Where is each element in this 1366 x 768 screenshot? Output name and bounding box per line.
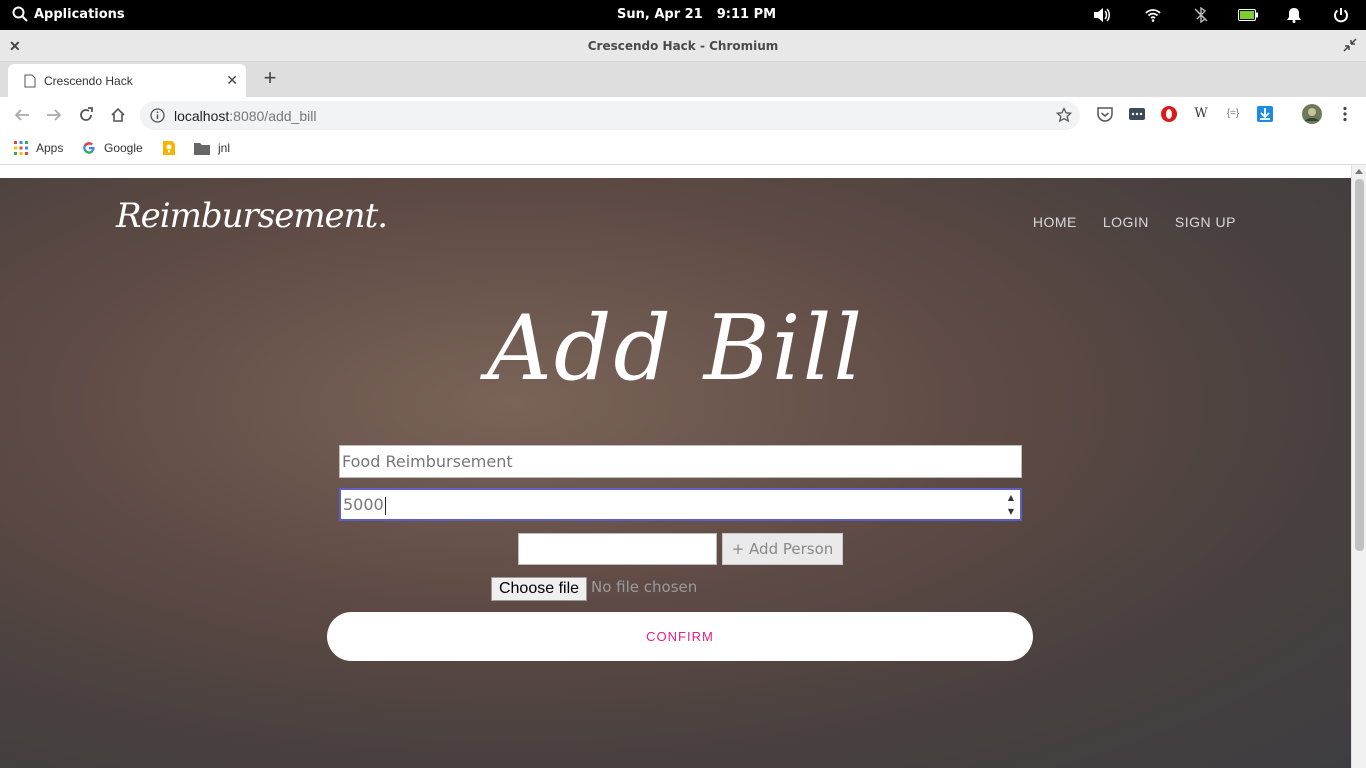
forward-button[interactable]	[44, 105, 64, 125]
keep-icon	[163, 141, 175, 155]
bookmark-label: Google	[104, 141, 143, 155]
page-title: Add Bill	[486, 296, 865, 401]
back-arrow-icon	[14, 109, 29, 121]
scroll-up-icon[interactable]	[1355, 169, 1363, 174]
bookmarks-bar: Apps Google jnl	[0, 133, 1366, 165]
bill-name-input[interactable]: Food Reimbursement	[339, 445, 1022, 478]
reload-icon	[80, 107, 93, 121]
browser-menu-icon[interactable]	[1336, 105, 1354, 123]
power-icon[interactable]	[1333, 7, 1349, 23]
folder-icon	[194, 142, 210, 155]
battery-icon[interactable]	[1238, 9, 1258, 21]
bookmark-star-icon[interactable]	[1056, 107, 1072, 123]
choose-file-button[interactable]: Choose file	[491, 577, 587, 601]
bill-name-value: Food Reimbursement	[342, 452, 513, 471]
reload-button[interactable]	[76, 105, 96, 125]
nav-signup-link[interactable]: SIGN UP	[1175, 214, 1236, 230]
page-viewport: Reimbursement. HOME LOGIN SIGN UP Add Bi…	[0, 178, 1351, 768]
bookmark-keep[interactable]	[162, 139, 176, 157]
window-title: Crescendo Hack - Chromium	[587, 39, 779, 53]
site-brand-logo[interactable]: Reimbursement.	[116, 196, 388, 236]
scrollbar-thumb[interactable]	[1355, 179, 1364, 551]
tab-strip: Crescendo Hack ✕	[0, 62, 1366, 97]
new-tab-button[interactable]: +	[258, 66, 282, 90]
apps-grid-icon	[14, 141, 28, 155]
person-input[interactable]	[518, 533, 717, 565]
back-button[interactable]	[12, 105, 32, 125]
window-title-bar: ✕ Crescendo Hack - Chromium	[0, 30, 1366, 62]
clock[interactable]: Sun, Apr 21 9:11 PM	[617, 7, 776, 22]
google-icon	[83, 142, 95, 154]
stepper-up-icon[interactable]: ▲	[1008, 493, 1014, 503]
browser-toolbar: localhost:8080/add_bill W {=}	[0, 97, 1366, 133]
bookmark-label: Apps	[36, 141, 64, 155]
site-info-icon[interactable]	[150, 108, 165, 123]
password-extension-icon[interactable]	[1128, 105, 1146, 123]
profile-avatar-icon[interactable]	[1301, 103, 1323, 125]
confirm-button[interactable]: CONFIRM	[327, 612, 1033, 661]
site-nav: HOME LOGIN SIGN UP	[1033, 214, 1236, 230]
content-top-gap	[0, 165, 1366, 178]
applications-label: Applications	[34, 6, 125, 22]
url-text: localhost:8080/add_bill	[174, 108, 316, 124]
add-person-button[interactable]: + Add Person	[722, 533, 843, 565]
search-icon	[12, 6, 28, 22]
date-label: Sun, Apr 21	[617, 7, 703, 22]
bookmark-apps[interactable]: Apps	[14, 139, 63, 157]
page-scrollbar[interactable]	[1351, 165, 1366, 768]
pocket-icon[interactable]	[1096, 105, 1114, 123]
text-caret	[384, 496, 386, 515]
stepper-down-icon[interactable]: ▼	[1008, 507, 1014, 517]
tab-title: Crescendo Hack	[44, 74, 133, 88]
page-icon	[24, 74, 36, 88]
volume-icon[interactable]	[1093, 7, 1111, 23]
nav-home-link[interactable]: HOME	[1033, 214, 1077, 230]
time-label: 9:11 PM	[716, 7, 777, 22]
amount-input[interactable]: 5000 ▲ ▼	[339, 488, 1022, 521]
bluetooth-off-icon[interactable]	[1193, 7, 1209, 23]
tab-close-icon[interactable]: ✕	[226, 72, 238, 89]
wikipedia-extension-icon[interactable]: W	[1192, 105, 1210, 123]
amount-stepper[interactable]: ▲ ▼	[1004, 493, 1018, 517]
bookmark-folder-jnl[interactable]: jnl	[194, 139, 230, 157]
file-status-label: No file chosen	[591, 578, 698, 596]
url-host: localhost	[174, 108, 230, 124]
tab-crescendo-hack[interactable]: Crescendo Hack ✕	[8, 64, 246, 97]
notifications-icon[interactable]	[1286, 7, 1302, 23]
nav-login-link[interactable]: LOGIN	[1103, 214, 1149, 230]
home-icon	[111, 107, 125, 122]
amount-value: 5000	[343, 495, 384, 514]
wifi-icon[interactable]	[1145, 7, 1161, 23]
system-top-bar: Applications Sun, Apr 21 9:11 PM	[0, 0, 1366, 30]
bookmark-label: jnl	[218, 141, 231, 155]
opera-extension-icon[interactable]	[1160, 105, 1178, 123]
home-button[interactable]	[108, 105, 128, 125]
download-extension-icon[interactable]	[1256, 105, 1274, 123]
bookmark-google[interactable]: Google	[82, 139, 143, 157]
url-path: :8080/add_bill	[229, 108, 317, 124]
forward-arrow-icon	[47, 109, 62, 121]
unmaximize-icon[interactable]	[1343, 38, 1357, 52]
address-bar[interactable]: localhost:8080/add_bill	[140, 101, 1080, 130]
json-extension-icon[interactable]: {=}	[1224, 105, 1242, 123]
applications-menu[interactable]: Applications	[12, 6, 125, 22]
